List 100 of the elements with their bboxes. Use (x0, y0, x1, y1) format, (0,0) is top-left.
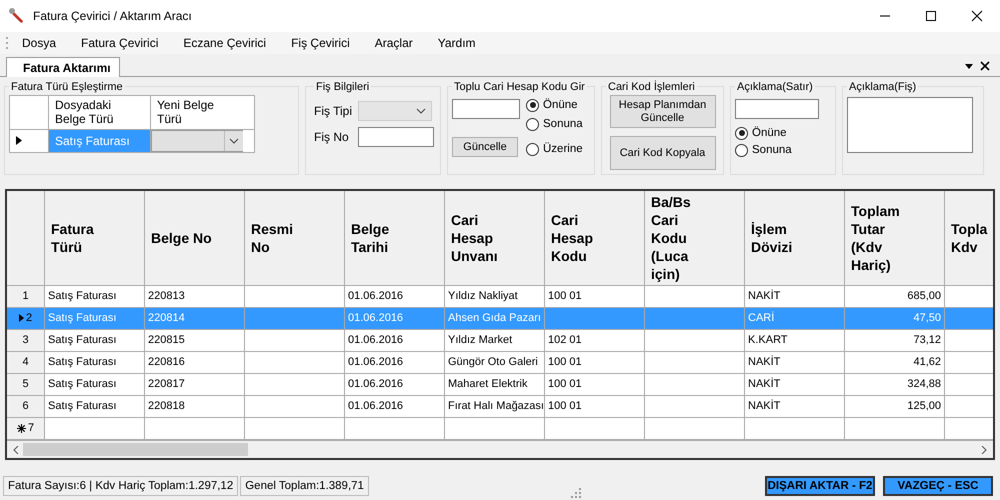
menu-item[interactable]: Fiş Çevirici (278, 36, 362, 50)
group-title: Toplu Cari Hesap Kodu Gir (453, 80, 586, 93)
status-text: Fatura Sayısı:6 | Kdv Hariç Toplam:1.297,12 (3, 476, 238, 496)
table-cell: NAKİT (745, 286, 845, 307)
column-header: Belge Tarihi (345, 190, 445, 285)
table-cell: 01.06.2016 (345, 374, 445, 395)
table-cell: 220817 (145, 374, 245, 395)
menu-item[interactable]: Dosya (9, 36, 68, 50)
tab[interactable]: Fatura Aktarımı (6, 56, 120, 77)
menu-item[interactable]: Araçlar (362, 36, 425, 50)
close-icon[interactable] (980, 60, 990, 71)
chevron-icon (416, 108, 426, 114)
table-cell: NAKİT (745, 352, 845, 373)
column-header: Toplam Tutar (Kdv Hariç) (845, 190, 945, 285)
column-header: Topla Kdv (945, 190, 993, 285)
table-cell: Maharet Elektrik (445, 374, 545, 395)
column-header: Yeni Belge Türü (156, 96, 215, 128)
scroll-left-icon[interactable] (13, 446, 19, 454)
table-cell: Yıldız Nakliyat (445, 286, 545, 307)
column-header: İşlem Dövizi (745, 190, 845, 285)
table-cell: Satış Faturası (45, 352, 145, 373)
table-cell: 100 01 (545, 286, 645, 307)
column-header: Ba/Bs Cari Kodu (Luca için) (645, 190, 745, 285)
table-cell: K.KART (745, 330, 845, 351)
radio-button[interactable]: Önüne (735, 126, 831, 140)
action-button[interactable]: Cari Kod Kopyala (610, 136, 716, 170)
close-icon[interactable] (971, 10, 983, 22)
table-cell: 41,62 (845, 352, 945, 373)
table-cell: 73,12 (845, 330, 945, 351)
table-cell: 100 01 (545, 396, 645, 417)
radio-button[interactable]: Sonuna (526, 118, 583, 131)
table-cell: 220816 (145, 352, 245, 373)
window-title: Fatura Çevirici / Aktarım Aracı (33, 8, 192, 23)
current-row-icon (18, 314, 24, 322)
horizontal-scrollbar[interactable] (7, 441, 993, 458)
radio-button[interactable]: Önüne (526, 98, 583, 112)
scroll-right-icon[interactable] (981, 446, 987, 454)
field-label: Fiş No (314, 130, 350, 144)
table-cell: 100 01 (545, 374, 645, 395)
field-label: Fiş Tipi (314, 104, 352, 118)
table-cell: 01.06.2016 (345, 330, 445, 351)
group-title: Açıklama(Fiş) (848, 80, 918, 93)
table-cell: Ahsen Gıda Pazarı (445, 308, 545, 329)
input-field[interactable] (452, 98, 520, 119)
table-cell: 220818 (145, 396, 245, 417)
table-cell: 01.06.2016 (345, 396, 445, 417)
wrench-icon (8, 6, 26, 25)
table-cell: Yıldız Market (445, 330, 545, 351)
column-header: Belge No (145, 190, 245, 285)
table-cell: Satış Faturası (45, 286, 145, 307)
table-cell: 324,88 (845, 374, 945, 395)
group-title: Açıklama(Satır) (736, 80, 814, 93)
table-cell: Güngör Oto Galeri (445, 352, 545, 373)
table-cell: 01.06.2016 (345, 352, 445, 373)
table-cell: 685,00 (845, 286, 945, 307)
input-field[interactable] (358, 126, 434, 147)
table-cell: 220814 (145, 308, 245, 329)
table-cell: 01.06.2016 (345, 308, 445, 329)
table-cell: 220813 (145, 286, 245, 307)
row-header[interactable]: 5 (7, 374, 45, 395)
menu-item[interactable]: Eczane Çevirici (170, 36, 278, 50)
column-header: Cari Hesap Unvanı (445, 190, 545, 285)
table-cell: 220815 (145, 330, 245, 351)
row-header[interactable]: 7 (7, 418, 45, 439)
action-button[interactable]: VAZGEÇ - ESC (883, 476, 993, 496)
radio-button[interactable]: Sonuna (735, 144, 831, 157)
radio-button[interactable]: Üzerine (526, 142, 583, 156)
action-button[interactable]: DIŞARI AKTAR - F2 (765, 476, 875, 496)
table-cell: 47,50 (845, 308, 945, 329)
row-header[interactable]: 3 (7, 330, 45, 351)
column-header: Dosyadaki Belge Türü (49, 96, 151, 129)
group-title: Cari Kod İşlemleri (607, 80, 696, 93)
group-title: Fatura Türü Eşleştirme (10, 80, 124, 93)
table-cell: 100 01 (545, 352, 645, 373)
new-row-icon (16, 424, 26, 433)
table-cell: 102 01 (545, 330, 645, 351)
table-cell: NAKİT (745, 374, 845, 395)
row-header[interactable]: 1 (7, 286, 45, 307)
column-header: Resmi No (245, 190, 345, 285)
resize-grip-icon (570, 488, 581, 498)
menu-item[interactable]: Fatura Çevirici (68, 36, 170, 50)
table-cell: 01.06.2016 (345, 286, 445, 307)
text-area[interactable] (847, 96, 973, 153)
table-cell: 125,00 (845, 396, 945, 417)
input-field[interactable] (735, 98, 819, 119)
table-cell: Satış Faturası (45, 308, 145, 329)
group-title: Fiş Bilgileri (315, 80, 370, 93)
table-cell: Satış Faturası (45, 330, 145, 351)
update-button[interactable]: Güncelle (452, 136, 518, 157)
column-header: Cari Hesap Kodu (545, 190, 645, 285)
chevron-icon (229, 138, 239, 144)
row-header[interactable]: 4 (7, 352, 45, 373)
row-header[interactable]: 6 (7, 396, 45, 417)
table-cell: NAKİT (745, 396, 845, 417)
column-header: Fatura Türü (45, 190, 145, 285)
table-cell: Satış Faturası (45, 374, 145, 395)
action-button[interactable]: Hesap Planımdan Güncelle (610, 94, 716, 128)
menu-item[interactable]: Yardım (424, 36, 488, 50)
maximize-icon[interactable] (925, 10, 937, 22)
grip-icon (6, 36, 9, 49)
